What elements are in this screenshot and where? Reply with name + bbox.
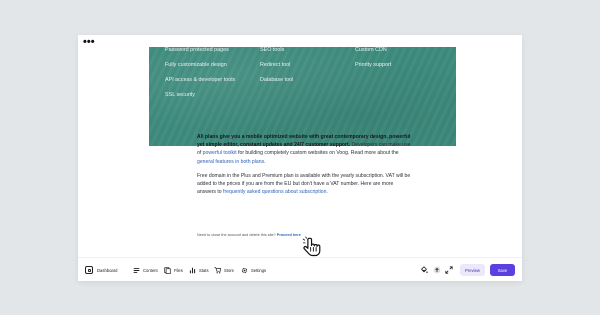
content-button[interactable]: Content: [133, 258, 158, 281]
store-button[interactable]: Store: [214, 258, 234, 281]
save-button[interactable]: Save: [490, 264, 515, 276]
hand-pointer-icon: [302, 236, 321, 257]
features-banner: Password protected pages Fully customiza…: [149, 47, 456, 146]
plans-paragraph: All plans give you a mobile optimized we…: [197, 133, 412, 166]
subscription-paragraph: Free domain in the Plus and Premium plan…: [197, 172, 412, 197]
content-label: Content: [143, 267, 158, 273]
feature-item: Database tool: [260, 77, 294, 83]
feature-item: Priority support: [355, 62, 392, 68]
general-features-link[interactable]: general features in both plans: [197, 159, 264, 165]
window-menu-icon[interactable]: •••: [83, 37, 95, 48]
feature-item: Fully customizable design: [165, 62, 227, 68]
expand-icon[interactable]: [445, 266, 453, 274]
feature-item: SSL security: [165, 92, 196, 98]
close-account-text: Need to close the account and delete thi…: [197, 233, 277, 237]
editor-window: ••• Password protected pages Fully custo…: [78, 35, 522, 281]
feature-item: Redirect tool: [260, 62, 291, 68]
files-label: Files: [174, 267, 183, 273]
features-column-3: Custom CDN Priority support: [355, 43, 391, 73]
toolkit-link[interactable]: powerful toolkit: [203, 150, 237, 156]
faq-link[interactable]: frequently asked questions about subscri…: [223, 189, 326, 195]
files-icon: [164, 266, 171, 274]
text: .: [264, 158, 266, 165]
feature-item: Password protected pages: [165, 47, 229, 53]
preview-button[interactable]: Preview: [460, 264, 485, 276]
stats-label: Stats: [199, 267, 209, 273]
text: for building completely custom websites …: [236, 150, 399, 157]
text: .: [326, 189, 328, 196]
dashboard-button[interactable]: Dashboard: [85, 258, 118, 281]
stats-button[interactable]: Stats: [189, 258, 209, 281]
publish-icon[interactable]: [433, 266, 441, 274]
feature-item: Custom CDN: [355, 47, 387, 53]
editor-toolbar: Dashboard Content Files Stats Store Sett…: [78, 257, 522, 281]
features-column-1: Password protected pages Fully customiza…: [165, 43, 235, 103]
files-button[interactable]: Files: [164, 258, 183, 281]
cart-icon: [214, 266, 221, 273]
dashboard-icon: [85, 266, 93, 274]
feature-item: API access & developer tools: [165, 77, 236, 83]
proceed-here-link[interactable]: Proceed here: [277, 233, 301, 237]
stats-icon: [189, 267, 196, 273]
feature-item: SEO tools: [260, 47, 285, 53]
plans-info: All plans give you a mobile optimized we…: [197, 133, 412, 196]
dashboard-label: Dashboard: [97, 267, 118, 273]
title-bar: •••: [78, 35, 522, 48]
content-icon: [133, 267, 140, 273]
close-account-line: Need to close the account and delete thi…: [197, 233, 301, 237]
store-label: Store: [224, 267, 235, 273]
gear-icon: [241, 267, 248, 273]
features-column-2: SEO tools Redirect tool Database tool: [260, 43, 293, 88]
settings-button[interactable]: Settings: [241, 258, 266, 281]
paint-bucket-icon[interactable]: [420, 266, 428, 274]
settings-label: Settings: [251, 267, 267, 273]
